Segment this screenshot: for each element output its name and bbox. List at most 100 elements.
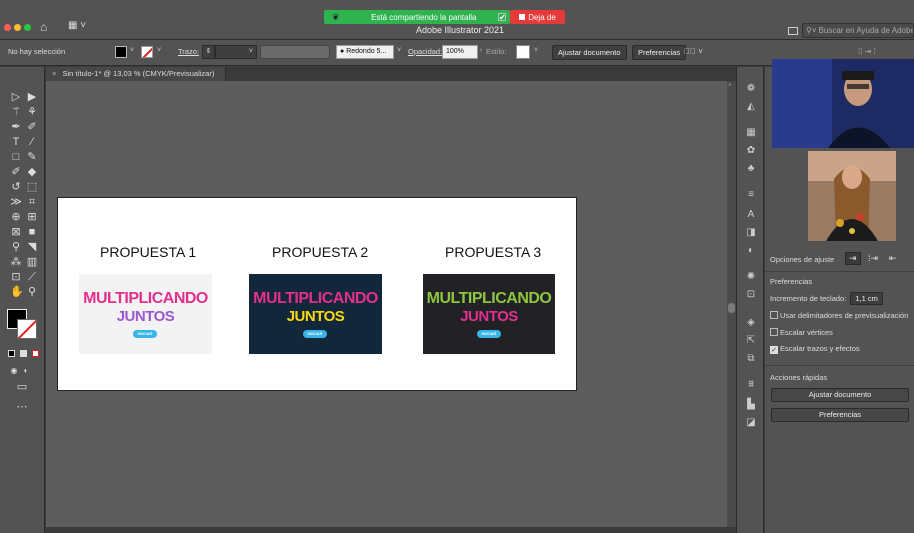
proposal-2-thumbnail[interactable]: MULTIPLICANDO JUNTOS INICIAR	[249, 274, 382, 354]
opacity-arrow-icon[interactable]: ›	[480, 47, 482, 54]
layers-icon[interactable]: ◈	[745, 317, 757, 329]
zoom-window-button[interactable]	[24, 24, 31, 31]
scroll-up-icon[interactable]: ˄	[728, 83, 732, 89]
free-transform-tool-icon[interactable]: ⌗	[26, 196, 38, 208]
paintbrush-tool-icon[interactable]: ✎	[26, 151, 38, 163]
scale-tool-icon[interactable]: ⬚	[26, 181, 38, 193]
close-tab-icon[interactable]: ×	[52, 69, 56, 78]
gradient-tool-icon[interactable]: ■	[26, 226, 38, 238]
artboard-tool-icon[interactable]: ⊡	[10, 271, 22, 283]
libraries-icon[interactable]: ▦	[745, 127, 757, 139]
appearance-icon[interactable]: ◐	[745, 245, 757, 257]
close-window-button[interactable]	[4, 24, 11, 31]
gradient-mode-icon[interactable]	[20, 350, 27, 357]
shape-builder-tool-icon[interactable]: ⊕	[10, 211, 22, 223]
panel-layout-icon[interactable]	[788, 27, 798, 35]
curvature-tool-icon[interactable]: ✐	[26, 121, 38, 133]
brush-select[interactable]: ● Redondo 5...	[336, 45, 394, 59]
perspective-grid-tool-icon[interactable]: ⊞	[26, 211, 38, 223]
export-icon[interactable]: ⇱	[745, 335, 757, 347]
preferences-panel-button[interactable]: Preferencias	[771, 408, 909, 422]
pathfinder-icon[interactable]: ◪	[745, 417, 757, 429]
proposal-1-thumbnail[interactable]: MULTIPLICANDO JUNTOS INICIAR	[79, 274, 212, 354]
scale-strokes-option[interactable]: ✓ Escalar trazos y efectos	[770, 344, 860, 354]
help-search-input[interactable]: ⚲˅ Buscar en Ayuda de Adobe	[802, 23, 914, 38]
line-tool-icon[interactable]: ⁄	[26, 136, 38, 148]
width-tool-icon[interactable]: ≫	[10, 196, 22, 208]
stop-sharing-button[interactable]: Deja de	[510, 10, 565, 24]
stroke-weight-stepper[interactable]: ⇕	[202, 45, 215, 59]
lasso-tool-icon[interactable]: ⚘	[26, 106, 38, 118]
blend-tool-icon[interactable]: ◥	[26, 241, 38, 253]
fill-color-swatch[interactable]	[115, 46, 127, 58]
eraser-tool-icon[interactable]: ◆	[26, 166, 38, 178]
scale-strokes-checkbox[interactable]: ✓	[770, 346, 778, 354]
fit-document-panel-button[interactable]: Ajustar documento	[771, 388, 909, 402]
keyboard-increment-field[interactable]: 1,1 cm	[850, 292, 883, 305]
horizontal-scrollbar[interactable]	[46, 527, 736, 533]
fit-document-button[interactable]: Ajustar documento	[552, 45, 627, 60]
fill-dropdown-chevron-icon[interactable]: ˅	[130, 47, 134, 54]
align-icon[interactable]: ⩩	[745, 379, 757, 391]
stroke-dropdown-chevron-icon[interactable]: ˅	[157, 47, 161, 54]
stroke-color-swatch[interactable]	[141, 46, 153, 58]
graphic-styles-icon[interactable]: ✺	[745, 271, 757, 283]
slice-tool-icon[interactable]: ⟋	[26, 271, 38, 283]
eyedropper-tool-icon[interactable]: ⚲	[10, 241, 22, 253]
draw-behind-icon[interactable]: ◐	[20, 365, 32, 377]
snap-to-pixel-icon[interactable]: ⁞⇥	[868, 253, 878, 264]
distribute-icon[interactable]: ▙	[745, 399, 757, 411]
document-tab[interactable]: × Sin título-1* @ 13,03 % (CMYK/Previsua…	[46, 67, 226, 81]
rectangle-tool-icon[interactable]: □	[10, 151, 22, 163]
stroke-weight-field[interactable]: ˅	[215, 45, 257, 59]
symbol-sprayer-tool-icon[interactable]: ⁂	[10, 256, 22, 268]
screen-mode-icon[interactable]: ▭	[16, 381, 28, 393]
mesh-tool-icon[interactable]: ⊠	[10, 226, 22, 238]
symbols-icon[interactable]: ♣	[745, 163, 757, 175]
align-options-icon[interactable]: ⁞⁞ ⇥ ⁞	[858, 47, 876, 56]
artboards-icon[interactable]: ⧉	[745, 353, 757, 365]
none-mode-icon[interactable]	[32, 350, 39, 357]
hand-tool-icon[interactable]: ✋	[10, 286, 24, 298]
vertical-scroll-thumb[interactable]	[728, 303, 735, 313]
workspace-switcher-icon[interactable]: ▦ ˅	[68, 20, 86, 31]
arrange-documents-icon[interactable]: ▯⃞ ˅	[684, 47, 703, 56]
color-mode-icon[interactable]	[8, 350, 15, 357]
brush-dropdown-chevron-icon[interactable]: ˅	[397, 47, 401, 54]
graphic-style-swatch[interactable]	[516, 45, 530, 59]
artboard[interactable]: PROPUESTA 1 PROPUESTA 2 PROPUESTA 3 MULT…	[58, 198, 576, 390]
home-icon[interactable]: ⌂	[40, 20, 47, 34]
pen-tool-icon[interactable]: ✒	[10, 121, 22, 133]
preferences-button[interactable]: Preferencias	[632, 45, 687, 60]
rotate-tool-icon[interactable]: ↺	[10, 181, 22, 193]
scale-corners-checkbox[interactable]	[770, 328, 778, 336]
swatches-icon[interactable]: ◭	[745, 101, 757, 113]
type-tool-icon[interactable]: T	[10, 136, 22, 148]
stroke-color-box[interactable]	[17, 319, 37, 339]
preview-bounds-option[interactable]: Usar delimitadores de previsualización	[770, 311, 908, 320]
transform-icon[interactable]: ⊡	[745, 289, 757, 301]
brushes-icon[interactable]: ✿	[745, 145, 757, 157]
minimize-window-button[interactable]	[14, 24, 21, 31]
selection-tool-icon[interactable]: ▷	[10, 91, 22, 103]
stroke-profile-select[interactable]	[260, 45, 330, 59]
stroke-panel-icon[interactable]: ≡	[745, 189, 757, 201]
vertical-scrollbar[interactable]: ˄	[727, 81, 736, 527]
stroke-label[interactable]: Trazo:	[178, 47, 199, 56]
character-icon[interactable]: A	[745, 209, 757, 221]
edit-toolbar-icon[interactable]: ⋯	[16, 401, 28, 413]
zoom-tool-icon[interactable]: ⚲	[26, 286, 38, 298]
opacity-field[interactable]: 100%	[442, 45, 478, 59]
snap-to-glyph-icon[interactable]: ⇤	[889, 253, 897, 264]
color-guide-icon[interactable]: ❁	[745, 83, 757, 95]
column-graph-tool-icon[interactable]: ▥	[26, 256, 38, 268]
direct-selection-tool-icon[interactable]: ▶	[26, 91, 38, 103]
shaper-tool-icon[interactable]: ✐	[10, 166, 22, 178]
preview-bounds-checkbox[interactable]	[770, 311, 778, 319]
magic-wand-tool-icon[interactable]: ⚚	[10, 106, 22, 118]
opacity-label[interactable]: Opacidad:	[408, 47, 442, 56]
snap-to-point-icon[interactable]: ⇥	[845, 252, 861, 265]
style-dropdown-chevron-icon[interactable]: ˅	[534, 47, 538, 54]
transparency-icon[interactable]: ◨	[745, 227, 757, 239]
scale-corners-option[interactable]: Escalar vértices	[770, 328, 833, 337]
